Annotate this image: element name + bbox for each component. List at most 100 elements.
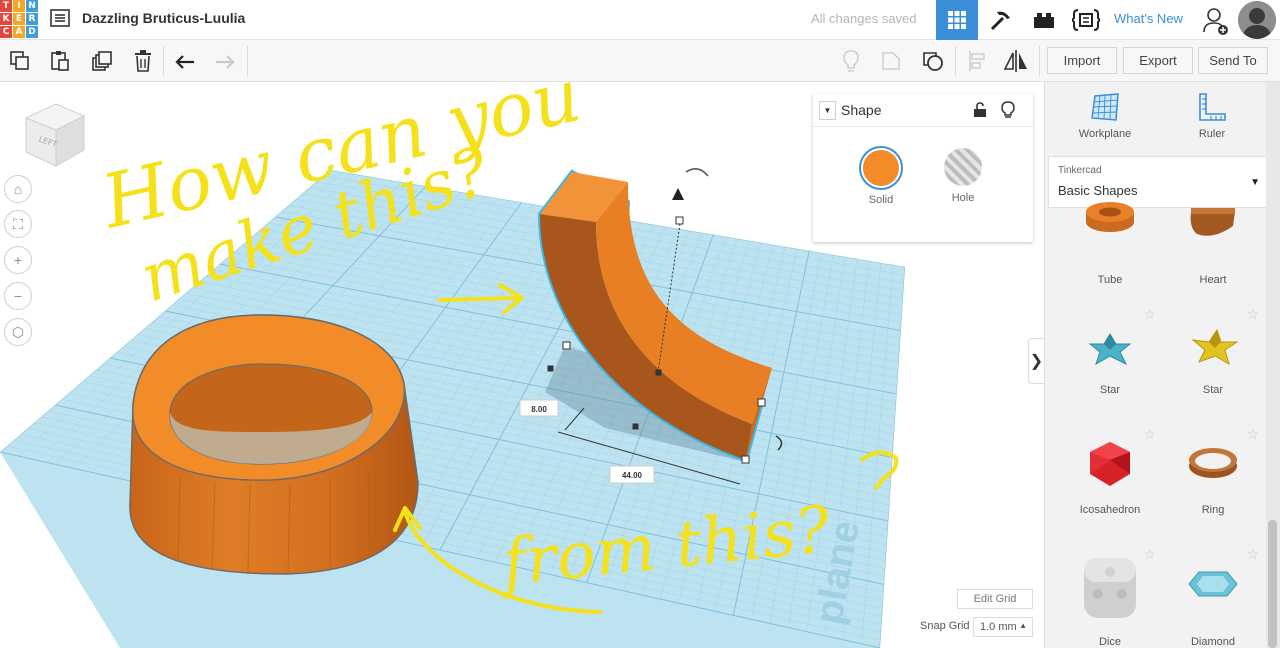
hole-swatch[interactable] <box>944 148 982 186</box>
copy-button[interactable] <box>5 46 35 76</box>
shape-inspector: ▼ Shape Solid Hole <box>813 94 1033 242</box>
heart-thumbnail <box>1190 208 1235 236</box>
shape-name: Diamond <box>1190 636 1236 648</box>
save-status: All changes saved <box>811 11 917 26</box>
undo-icon <box>175 55 194 69</box>
zoom-out-button[interactable]: − <box>4 282 32 310</box>
lightbulb-icon[interactable] <box>1001 101 1015 119</box>
zoom-in-button[interactable]: + <box>4 246 32 274</box>
grid-icon <box>948 11 966 29</box>
shape-name: Icosahedron <box>1079 504 1141 516</box>
delete-button[interactable] <box>128 46 158 76</box>
shape-tile-tube[interactable]: Tube <box>1060 194 1160 304</box>
ruler-tool[interactable]: Ruler <box>1167 92 1257 140</box>
ortho-view-button[interactable]: ⬡ <box>4 318 32 346</box>
duplicate-button[interactable] <box>87 46 117 76</box>
design-list-icon[interactable] <box>50 8 70 28</box>
favorite-star-icon[interactable]: ☆ <box>1143 546 1156 563</box>
3d-view-button[interactable] <box>936 0 978 40</box>
group-icon <box>923 52 943 71</box>
import-button[interactable]: Import <box>1047 47 1117 74</box>
caret-down-icon: ▼ <box>1250 177 1260 188</box>
note-icon <box>882 52 900 70</box>
favorite-star-icon[interactable]: ☆ <box>1246 546 1259 563</box>
svg-text:8.00: 8.00 <box>531 405 547 414</box>
add-user-button[interactable] <box>1202 6 1230 36</box>
design-title[interactable]: Dazzling Bruticus-Luulia <box>82 10 245 26</box>
view-cube[interactable]: LEFT <box>18 102 88 172</box>
solid-color-swatch[interactable] <box>861 148 901 188</box>
ruler-label: Ruler <box>1198 128 1226 140</box>
redo-button[interactable] <box>210 46 240 76</box>
unlock-icon[interactable] <box>973 102 987 118</box>
library-category: Tinkercad <box>1058 165 1102 176</box>
export-button[interactable]: Export <box>1123 47 1193 74</box>
shape-name: Tube <box>1097 274 1123 286</box>
show-hide-button[interactable] <box>836 46 866 76</box>
hole-option[interactable]: Hole <box>933 148 993 204</box>
workplane-tool[interactable]: Workplane <box>1060 92 1150 140</box>
favorite-star-icon[interactable]: ☆ <box>1246 426 1259 443</box>
mirror-button[interactable] <box>1001 46 1031 76</box>
bricks-button[interactable] <box>1024 0 1064 40</box>
shape-tile-star-yellow[interactable]: ☆ Star <box>1163 304 1263 414</box>
shape-tile-icosahedron[interactable]: ☆ Icosahedron <box>1060 424 1160 534</box>
top-bar: T I N K E R C A D Dazzling Bruticus-Luul… <box>0 0 1280 40</box>
tube-shape[interactable] <box>129 314 419 575</box>
shape-tile-ring[interactable]: ☆ Ring <box>1163 424 1263 534</box>
workspace-canvas[interactable]: plane 8.00 44.00 LEFT ⌂ ⛶ + − ⬡ ▼ Shape … <box>0 82 1044 648</box>
snap-grid-label: Snap Grid <box>920 620 970 632</box>
length-dimension[interactable]: 44.00 <box>609 465 655 484</box>
logo-letter: T <box>0 0 12 12</box>
pickaxe-icon <box>990 11 1010 31</box>
inspector-title: Shape <box>841 102 882 118</box>
right-panel-toggle[interactable]: ❯ <box>1028 338 1044 384</box>
home-icon: ⌂ <box>13 181 23 197</box>
logo-letter: C <box>0 26 12 38</box>
chevron-right-icon: ❯ <box>1029 353 1044 370</box>
tinkercad-logo[interactable]: T I N K E R C A D <box>0 0 38 38</box>
mirror-icon <box>1003 50 1027 72</box>
edit-toolbar: Import Export Send To <box>0 40 1280 82</box>
shape-name: Star <box>1202 384 1224 396</box>
workplane-label: Workplane <box>1078 128 1132 140</box>
favorite-star-icon[interactable]: ☆ <box>1246 306 1259 323</box>
height-arrow[interactable] <box>672 188 684 200</box>
fit-view-button[interactable]: ⛶ <box>4 210 32 238</box>
snap-grid-select[interactable]: 1.0 mm ▲ <box>973 617 1033 637</box>
plus-icon: + <box>13 252 23 268</box>
rotate-handle-top[interactable] <box>685 168 709 177</box>
home-view-button[interactable]: ⌂ <box>4 175 32 203</box>
shape-tile-diamond[interactable]: ☆ Diamond <box>1163 544 1263 648</box>
group-button[interactable] <box>918 46 948 76</box>
width-dimension[interactable]: 8.00 <box>519 399 559 417</box>
shape-tile-dice[interactable]: ☆ Dice <box>1060 544 1160 648</box>
shapes-scrollbar-thumb[interactable] <box>1268 520 1277 648</box>
favorite-star-icon[interactable]: ☆ <box>1143 426 1156 443</box>
edit-grid-button[interactable]: Edit Grid <box>957 589 1033 609</box>
shape-tile-heart[interactable]: Heart <box>1163 194 1263 304</box>
shape-name: Heart <box>1199 274 1227 286</box>
collapse-panel-button[interactable]: ▼ <box>819 101 836 120</box>
note-button[interactable] <box>876 46 906 76</box>
solid-label: Solid <box>868 194 894 206</box>
undo-button[interactable] <box>170 46 200 76</box>
send-to-button[interactable]: Send To <box>1198 47 1268 74</box>
caret-up-icon: ▲ <box>1019 621 1027 630</box>
align-button[interactable] <box>962 46 992 76</box>
codeblocks-button[interactable] <box>1066 0 1106 40</box>
blocks-button[interactable] <box>980 0 1022 40</box>
align-icon <box>969 51 985 71</box>
shape-tile-star-blue[interactable]: ☆ Star <box>1060 304 1160 414</box>
paste-button[interactable] <box>45 46 75 76</box>
code-blocks-icon <box>1072 9 1100 31</box>
cube-icon: ⬡ <box>11 323 25 340</box>
logo-letter: A <box>13 26 25 38</box>
whats-new-link[interactable]: What's New <box>1114 11 1183 26</box>
favorite-star-icon[interactable]: ☆ <box>1143 306 1156 323</box>
logo-letter: K <box>0 13 12 25</box>
solid-option[interactable]: Solid <box>851 148 911 206</box>
lightbulb-icon <box>843 50 859 72</box>
shape-name: Dice <box>1098 636 1121 648</box>
avatar[interactable] <box>1238 1 1276 39</box>
